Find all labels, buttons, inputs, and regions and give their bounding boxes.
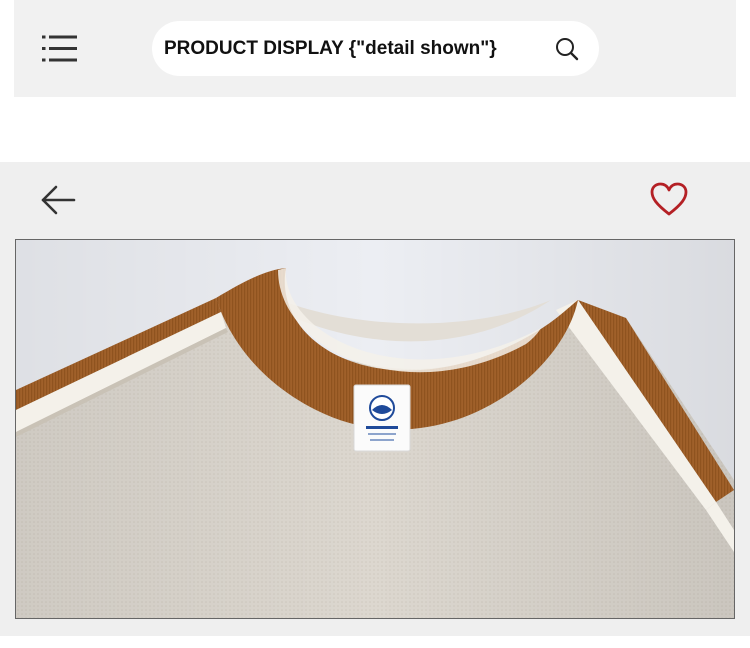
product-viewer [0,162,750,636]
product-image[interactable] [15,239,735,619]
search-icon[interactable] [555,37,579,61]
search-input[interactable]: PRODUCT DISPLAY {"detail shown"} [164,38,497,60]
tshirt-collar-illustration [16,240,734,618]
heart-icon[interactable] [650,182,688,218]
back-arrow-icon[interactable] [40,184,76,216]
hamburger-menu-icon[interactable] [42,34,78,64]
top-header: PRODUCT DISPLAY {"detail shown"} [14,0,736,97]
search-bar[interactable]: PRODUCT DISPLAY {"detail shown"} [152,21,599,76]
